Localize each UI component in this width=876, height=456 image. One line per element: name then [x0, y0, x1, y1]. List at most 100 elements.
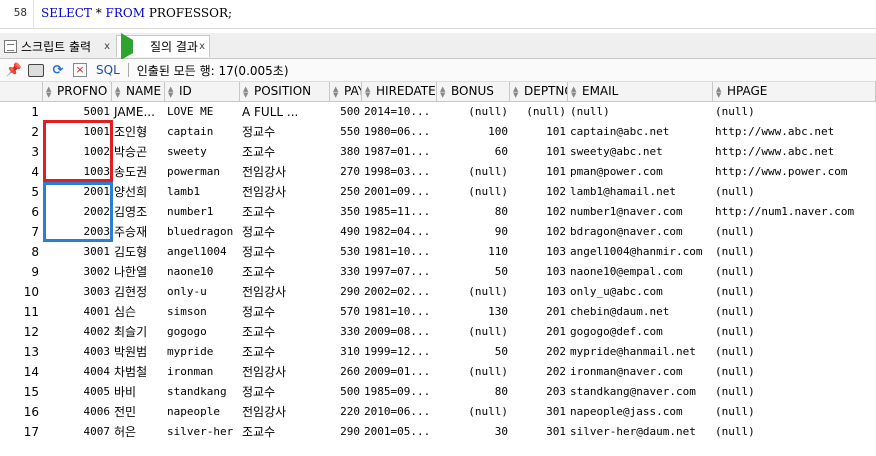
- cell-pay[interactable]: 500: [330, 102, 362, 122]
- cell-profno[interactable]: 1003: [43, 162, 112, 182]
- sql-statement[interactable]: SELECT * FROM PROFESSOR;: [41, 6, 232, 20]
- cell-deptno[interactable]: 201: [510, 302, 568, 322]
- cell-email[interactable]: (null): [568, 102, 713, 122]
- table-row[interactable]: 3 1002 박승곤 sweety 조교수 380 1987=01... 60 101 sweet…: [0, 142, 876, 162]
- print-icon[interactable]: [28, 62, 44, 78]
- cell-hpage[interactable]: (null): [713, 422, 876, 442]
- cell-position[interactable]: 전임강사: [240, 362, 330, 382]
- cell-profno[interactable]: 4007: [43, 422, 112, 442]
- cell-email[interactable]: sweety@abc.net: [568, 142, 713, 162]
- cell-email[interactable]: gogogo@def.com: [568, 322, 713, 342]
- cell-position[interactable]: 정교수: [240, 302, 330, 322]
- cell-profno[interactable]: 4002: [43, 322, 112, 342]
- cell-id[interactable]: powerman: [165, 162, 240, 182]
- cell-bonus[interactable]: (null): [437, 102, 510, 122]
- cell-id[interactable]: naone10: [165, 262, 240, 282]
- cell-hpage[interactable]: (null): [713, 382, 876, 402]
- cell-name[interactable]: 허은: [112, 422, 165, 442]
- cell-email[interactable]: angel1004@hanmir.com: [568, 242, 713, 262]
- column-header-bonus[interactable]: ▲ ▼ BONUS: [437, 82, 510, 102]
- cell-pay[interactable]: 250: [330, 182, 362, 202]
- cell-name[interactable]: 조인형: [112, 122, 165, 142]
- cell-pay[interactable]: 570: [330, 302, 362, 322]
- close-icon[interactable]: x: [199, 41, 205, 52]
- cell-pay[interactable]: 530: [330, 242, 362, 262]
- cell-id[interactable]: silver-her: [165, 422, 240, 442]
- cell-profno[interactable]: 3003: [43, 282, 112, 302]
- cell-profno[interactable]: 1001: [43, 122, 112, 142]
- cell-email[interactable]: mypride@hanmail.net: [568, 342, 713, 362]
- refresh-icon[interactable]: ⟳: [50, 62, 66, 78]
- cell-bonus[interactable]: 110: [437, 242, 510, 262]
- cell-id[interactable]: napeople: [165, 402, 240, 422]
- cell-bonus[interactable]: 80: [437, 382, 510, 402]
- cell-position[interactable]: 조교수: [240, 262, 330, 282]
- sort-icon[interactable]: ▲ ▼: [333, 86, 338, 99]
- cell-pay[interactable]: 290: [330, 422, 362, 442]
- pin-icon[interactable]: 📌: [6, 62, 22, 78]
- sort-icon[interactable]: ▲ ▼: [716, 86, 721, 99]
- cell-pay[interactable]: 270: [330, 162, 362, 182]
- cell-id[interactable]: simson: [165, 302, 240, 322]
- table-row[interactable]: 14 4004 차범철 ironman 전임강사 260 2009=01... (null) 2…: [0, 362, 876, 382]
- cell-bonus[interactable]: 50: [437, 342, 510, 362]
- cell-hiredate[interactable]: 1981=10...: [362, 302, 437, 322]
- table-row[interactable]: 4 1003 송도권 powerman 전임강사 270 1998=03... (null) 1…: [0, 162, 876, 182]
- cell-profno[interactable]: 3001: [43, 242, 112, 262]
- cell-email[interactable]: number1@naver.com: [568, 202, 713, 222]
- sort-icon[interactable]: ▲ ▼: [115, 86, 120, 99]
- cell-position[interactable]: A FULL ...: [240, 102, 330, 122]
- cell-name[interactable]: 송도권: [112, 162, 165, 182]
- cell-name[interactable]: 전민: [112, 402, 165, 422]
- cell-hiredate[interactable]: 1999=12...: [362, 342, 437, 362]
- cell-email[interactable]: standkang@naver.com: [568, 382, 713, 402]
- cell-deptno[interactable]: 102: [510, 222, 568, 242]
- cell-hiredate[interactable]: 1998=03...: [362, 162, 437, 182]
- cell-bonus[interactable]: 130: [437, 302, 510, 322]
- cell-hiredate[interactable]: 2010=06...: [362, 402, 437, 422]
- cell-profno[interactable]: 5001: [43, 102, 112, 122]
- sql-button[interactable]: SQL: [96, 63, 120, 77]
- cell-profno[interactable]: 2003: [43, 222, 112, 242]
- cell-position[interactable]: 조교수: [240, 422, 330, 442]
- cell-hpage[interactable]: (null): [713, 262, 876, 282]
- cell-id[interactable]: ironman: [165, 362, 240, 382]
- cell-hiredate[interactable]: 1980=06...: [362, 122, 437, 142]
- column-header-email[interactable]: ▲ ▼ EMAIL: [568, 82, 713, 102]
- cell-position[interactable]: 전임강사: [240, 182, 330, 202]
- table-row[interactable]: 7 2003 주승재 bluedragon 정교수 490 1982=04... 90 102 b…: [0, 222, 876, 242]
- cell-hiredate[interactable]: 2002=02...: [362, 282, 437, 302]
- cell-bonus[interactable]: 30: [437, 422, 510, 442]
- cell-name[interactable]: 박원범: [112, 342, 165, 362]
- cell-hiredate[interactable]: 1985=11...: [362, 202, 437, 222]
- column-header-id[interactable]: ▲ ▼ ID: [165, 82, 240, 102]
- cell-hpage[interactable]: http://www.power.com: [713, 162, 876, 182]
- cell-deptno[interactable]: 101: [510, 162, 568, 182]
- cell-bonus[interactable]: (null): [437, 182, 510, 202]
- cell-profno[interactable]: 2001: [43, 182, 112, 202]
- cell-bonus[interactable]: (null): [437, 362, 510, 382]
- cell-bonus[interactable]: 90: [437, 222, 510, 242]
- cell-hpage[interactable]: (null): [713, 102, 876, 122]
- cell-bonus[interactable]: (null): [437, 162, 510, 182]
- cell-email[interactable]: silver-her@daum.net: [568, 422, 713, 442]
- cell-deptno[interactable]: 101: [510, 142, 568, 162]
- cell-hpage[interactable]: http://www.abc.net: [713, 142, 876, 162]
- cell-name[interactable]: 박승곤: [112, 142, 165, 162]
- cell-pay[interactable]: 330: [330, 322, 362, 342]
- cell-position[interactable]: 조교수: [240, 142, 330, 162]
- cell-pay[interactable]: 260: [330, 362, 362, 382]
- cell-email[interactable]: pman@power.com: [568, 162, 713, 182]
- cell-hpage[interactable]: (null): [713, 302, 876, 322]
- cell-position[interactable]: 조교수: [240, 322, 330, 342]
- cell-position[interactable]: 정교수: [240, 242, 330, 262]
- table-row[interactable]: 15 4005 바비 standkang 정교수 500 1985=09... 80 203st…: [0, 382, 876, 402]
- cell-hpage[interactable]: http://num1.naver.com: [713, 202, 876, 222]
- cell-name[interactable]: 차범철: [112, 362, 165, 382]
- cell-hiredate[interactable]: 2001=09...: [362, 182, 437, 202]
- cell-hiredate[interactable]: 2009=08...: [362, 322, 437, 342]
- table-row[interactable]: 12 4002 최슬기 gogogo 조교수 330 2009=08... (null) 201…: [0, 322, 876, 342]
- cell-pay[interactable]: 500: [330, 382, 362, 402]
- cell-deptno[interactable]: 102: [510, 182, 568, 202]
- tab-query-result[interactable]: 질의 결과 x: [116, 33, 210, 60]
